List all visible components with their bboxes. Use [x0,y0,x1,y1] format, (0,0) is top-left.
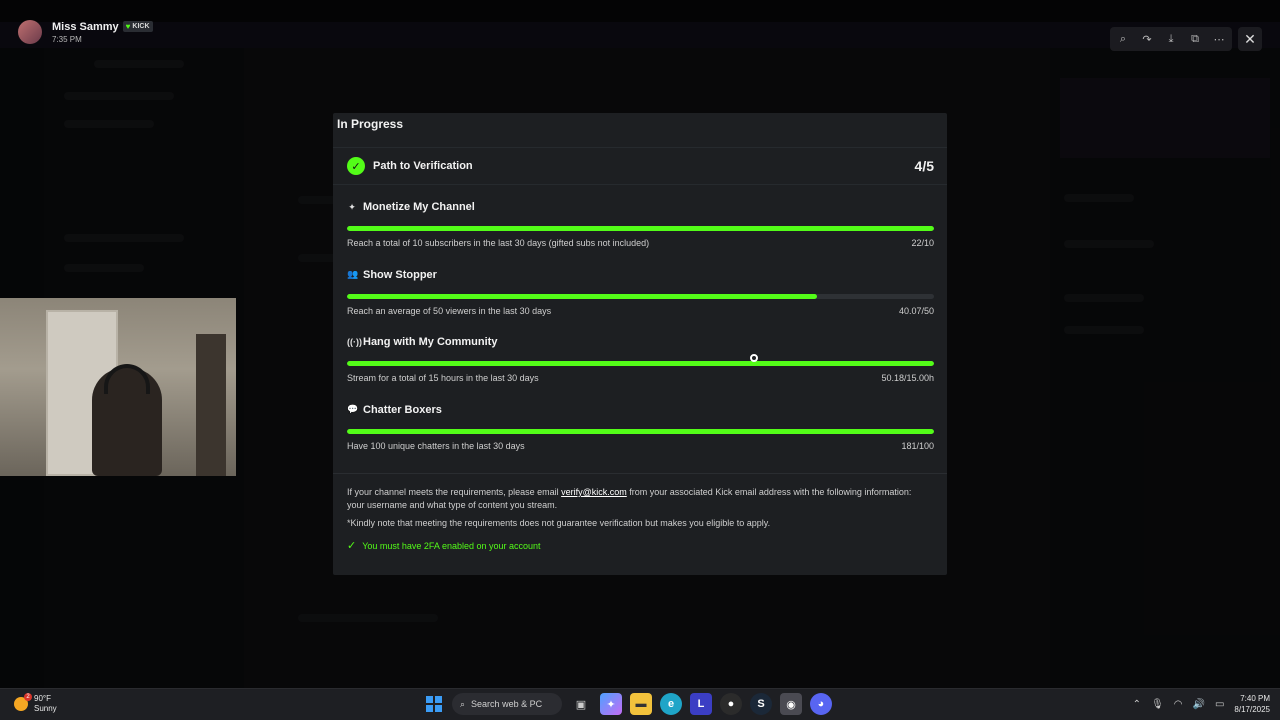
forward-icon[interactable]: ↷ [1136,29,1158,49]
volume-icon[interactable]: 🔊 [1193,699,1205,710]
zoom-icon[interactable]: ⌕ [1112,29,1134,49]
progress-bar [347,293,934,299]
windows-start-icon[interactable] [424,694,444,714]
obs-icon[interactable]: ● [720,693,742,715]
requirement-item: ✦ Monetize My Channel Reach a total of 1… [347,199,934,267]
battery-icon[interactable]: ▭ [1215,699,1224,710]
wifi-icon[interactable]: ◠ [1174,699,1183,710]
task-view-icon[interactable]: ▣ [570,693,592,715]
twofa-requirement: ✓ You must have 2FA enabled on your acco… [347,539,541,552]
close-icon[interactable]: ✕ [1238,27,1262,51]
panel-title: In Progress [337,117,404,131]
requirement-value: 181/100 [901,440,934,451]
post-time: 7:35 PM [52,34,82,44]
copilot-icon[interactable]: ✦ [600,693,622,715]
broadcast-icon: ((·)) [347,337,362,347]
search-icon: ⌕ [460,698,466,709]
requirement-value: 50.18/15.00h [881,373,934,383]
viewer-author: Miss Sammy ♥ KICK [52,21,153,33]
weather-widget[interactable]: 2 90°F Sunny [14,693,57,714]
progress-bar [347,361,934,366]
requirement-title: Chatter Boxers [363,403,442,416]
edge-browser-icon[interactable]: e [660,693,682,715]
sun-icon: 2 [14,693,32,711]
mouse-cursor [750,354,758,362]
more-options-icon[interactable]: ⋯ [1208,29,1230,49]
requirement-title: Hang with My Community [363,336,498,348]
requirement-value: 40.07/50 [898,305,934,316]
open-external-icon[interactable]: ⧉ [1184,29,1206,49]
divider [333,473,947,474]
instructions-part: If your channel meets the requirements, … [347,487,562,497]
discord-icon[interactable]: ◕ [810,693,832,715]
disclaimer-note: *Kindly note that meeting the requiremen… [347,518,771,528]
progress-fill [347,226,934,231]
progress-bar [347,428,934,434]
twofa-label: You must have 2FA enabled on your accoun… [362,540,541,551]
file-explorer-icon[interactable]: ▬ [630,693,652,715]
steam-icon[interactable]: S [750,693,772,715]
taskbar: 2 90°F Sunny ⌕ Search web & PC ▣ ✦ ▬ e L… [0,688,1280,720]
progress-fill [347,361,934,366]
weather-condition: Sunny [34,704,57,713]
clock-date: 8/17/2025 [1234,705,1270,714]
progress-fill [347,428,934,434]
record-app-icon[interactable]: ◉ [780,693,802,715]
checkmark-icon: ✓ [347,540,357,552]
download-icon[interactable]: ⤓ [1160,29,1182,49]
author-name: Miss Sammy [52,20,119,33]
viewer-toolbar: ⌕ ↷ ⤓ ⧉ ⋯ ✕ [1110,27,1262,51]
search-placeholder: Search web & PC [471,699,543,709]
chat-icon: 💬 [347,404,359,414]
verify-email-link[interactable]: verify@kick.com [561,487,627,497]
users-icon: 👥 [347,269,359,279]
progress-fill [347,293,818,299]
clock-time: 7:40 PM [1240,694,1270,703]
requirement-title: Monetize My Channel [363,201,475,213]
requirement-item: ((·)) Hang with My Community Stream for … [347,334,934,402]
webcam-feed [0,298,236,476]
weather-temp: 90°F [34,694,51,703]
viewer-action-group: ⌕ ↷ ⤓ ⧉ ⋯ [1110,27,1232,51]
requirement-description: Have 100 unique chatters in the last 30 … [347,440,525,451]
requirement-description: Reach a total of 10 subscribers in the l… [347,238,650,248]
viewer-header: Miss Sammy ♥ KICK 7:35 PM [18,20,153,44]
progress-bar [347,226,934,231]
requirement-description: Stream for a total of 15 hours in the la… [347,373,539,383]
system-clock[interactable]: 7:40 PM 8/17/2025 [1234,693,1270,715]
verified-badge-icon: ✓ [347,157,365,175]
author-tag: ♥ KICK [122,21,153,32]
system-tray: ⌃ 🎙 ◠ 🔊 ▭ 7:40 PM 8/17/2025 [1133,693,1270,715]
tray-chevron-icon[interactable]: ⌃ [1133,699,1141,710]
taskbar-apps: ⌕ Search web & PC ▣ ✦ ▬ e L ● S ◉ ◕ [424,693,832,715]
requirement-description: Reach an average of 50 viewers in the la… [347,305,552,316]
author-tag-label: KICK [132,23,150,30]
requirement-value: 22/10 [911,238,934,248]
taskbar-search[interactable]: ⌕ Search web & PC [452,693,562,715]
requirement-item: 👥 Show Stopper Reach an average of 50 vi… [347,267,934,335]
heart-icon: ♥ [125,22,131,31]
path-count: 4/5 [914,158,934,174]
path-label: Path to Verification [373,160,473,172]
requirement-item: 💬 Chatter Boxers Have 100 unique chatter… [347,402,934,470]
verification-panel: In Progress ✓ Path to Verification 4/5 ✦… [333,113,947,575]
avatar[interactable] [18,20,42,44]
requirement-title: Show Stopper [363,268,437,281]
sparkle-icon: ✦ [348,201,356,212]
instructions-text: If your channel meets the requirements, … [347,486,923,512]
path-to-verification-row: ✓ Path to Verification 4/5 [333,147,947,185]
launcher-l-icon[interactable]: L [690,693,712,715]
requirements-list: ✦ Monetize My Channel Reach a total of 1… [347,199,934,469]
microphone-icon[interactable]: 🎙 [1151,699,1164,710]
